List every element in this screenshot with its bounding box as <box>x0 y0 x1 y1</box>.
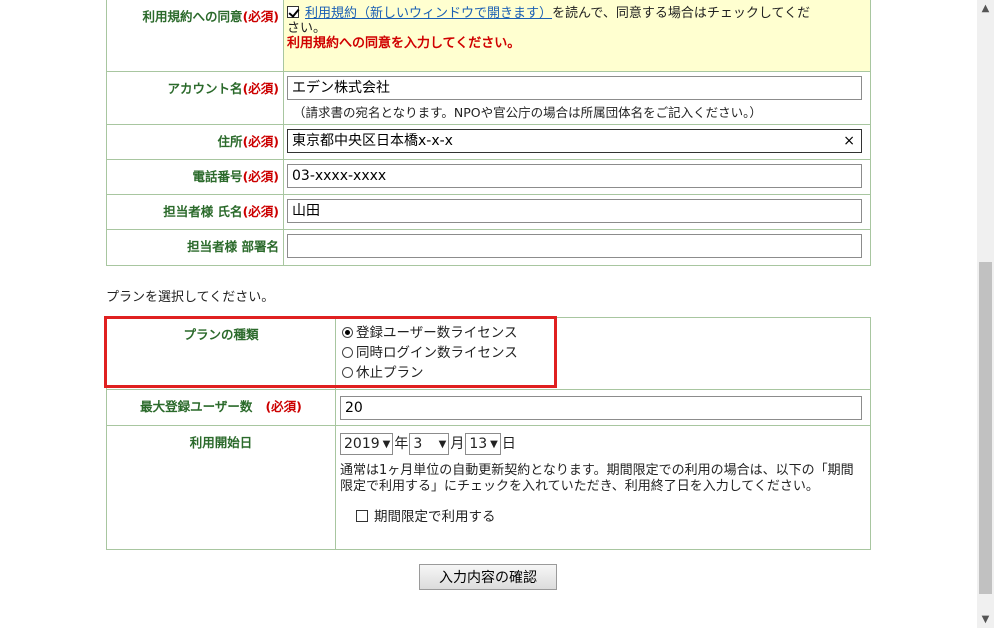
department-input[interactable] <box>287 234 862 258</box>
contact-name-row: 担当者様 氏名(必須) 山田 <box>107 194 870 229</box>
phone-input[interactable]: 03-xxxx-xxxx <box>287 164 862 188</box>
max-users-label: 最大登録ユーザー数 (必須) <box>107 390 336 425</box>
scroll-down-icon[interactable]: ▼ <box>977 611 994 628</box>
terms-text-wrap: さい。 <box>287 21 327 36</box>
start-date-row: 利用開始日 2019 ▼ 年 3 ▼ 月 13 ▼ 日 通常は1ヶ月単位の自動更新契約となります… <box>107 425 870 549</box>
chevron-down-icon: ▼ <box>382 438 391 450</box>
chevron-down-icon: ▼ <box>438 438 447 450</box>
confirm-button[interactable]: 入力内容の確認 <box>419 564 557 590</box>
start-date-label: 利用開始日 <box>107 426 336 549</box>
account-name-input[interactable]: エデン株式会社 <box>287 76 862 100</box>
day-select[interactable]: 13 ▼ <box>465 433 501 455</box>
account-note: （請求書の宛名となります。NPOや官公庁の場合は所属団体名をご記入ください。） <box>293 105 762 120</box>
scroll-up-icon[interactable]: ▲ <box>977 0 994 17</box>
period-checkbox[interactable] <box>356 510 368 522</box>
address-row: 住所(必須) 東京都中央区日本橋x-x-x × <box>107 124 870 159</box>
terms-field: 利用規約（新しいウィンドウで開きます）を読んで、同意する場合はチェックしてくだ … <box>284 0 870 71</box>
start-date-description: 通常は1ヶ月単位の自動更新契約となります。期間限定での利用の場合は、以下の「期間… <box>340 463 854 494</box>
plan-highlight-box <box>104 316 557 388</box>
customer-info-form: 利用規約への同意(必須) 利用規約（新しいウィンドウで開きます）を読んで、同意す… <box>106 0 871 266</box>
period-limited-option[interactable]: 期間限定で利用する <box>340 505 862 525</box>
vertical-scrollbar[interactable]: ▲ ▼ <box>977 0 994 628</box>
phone-label: 電話番号(必須) <box>107 160 284 194</box>
terms-checkbox[interactable] <box>287 6 299 18</box>
terms-error: 利用規約への同意を入力してください。 <box>287 36 521 51</box>
phone-row: 電話番号(必須) 03-xxxx-xxxx <box>107 159 870 194</box>
year-select[interactable]: 2019 ▼ <box>340 433 394 455</box>
department-row: 担当者様 部署名 <box>107 229 870 265</box>
terms-label: 利用規約への同意(必須) <box>107 0 284 71</box>
clear-icon[interactable]: × <box>843 132 855 150</box>
terms-text: を読んで、同意する場合はチェックしてくだ <box>552 6 811 21</box>
address-value: 東京都中央区日本橋x-x-x <box>292 133 453 149</box>
contact-name-label: 担当者様 氏名(必須) <box>107 195 284 229</box>
contact-name-input[interactable]: 山田 <box>287 199 862 223</box>
terms-link[interactable]: 利用規約（新しいウィンドウで開きます） <box>305 6 552 21</box>
account-row: アカウント名(必須) エデン株式会社 （請求書の宛名となります。NPOや官公庁の… <box>107 71 870 124</box>
max-users-row: 最大登録ユーザー数 (必須) 20 <box>107 389 870 425</box>
plan-prompt: プランを選択してください。 <box>106 290 275 305</box>
address-input[interactable]: 東京都中央区日本橋x-x-x × <box>287 129 862 153</box>
chevron-down-icon: ▼ <box>490 438 498 450</box>
month-select[interactable]: 3 ▼ <box>409 433 450 455</box>
account-label: アカウント名(必須) <box>107 72 284 124</box>
address-label: 住所(必須) <box>107 125 284 159</box>
start-date-selects: 2019 ▼ 年 3 ▼ 月 13 ▼ 日 <box>340 433 862 455</box>
max-users-input[interactable]: 20 <box>340 396 862 420</box>
department-label: 担当者様 部署名 <box>107 230 284 265</box>
terms-row: 利用規約への同意(必須) 利用規約（新しいウィンドウで開きます）を読んで、同意す… <box>107 0 870 71</box>
scroll-thumb[interactable] <box>979 262 992 594</box>
